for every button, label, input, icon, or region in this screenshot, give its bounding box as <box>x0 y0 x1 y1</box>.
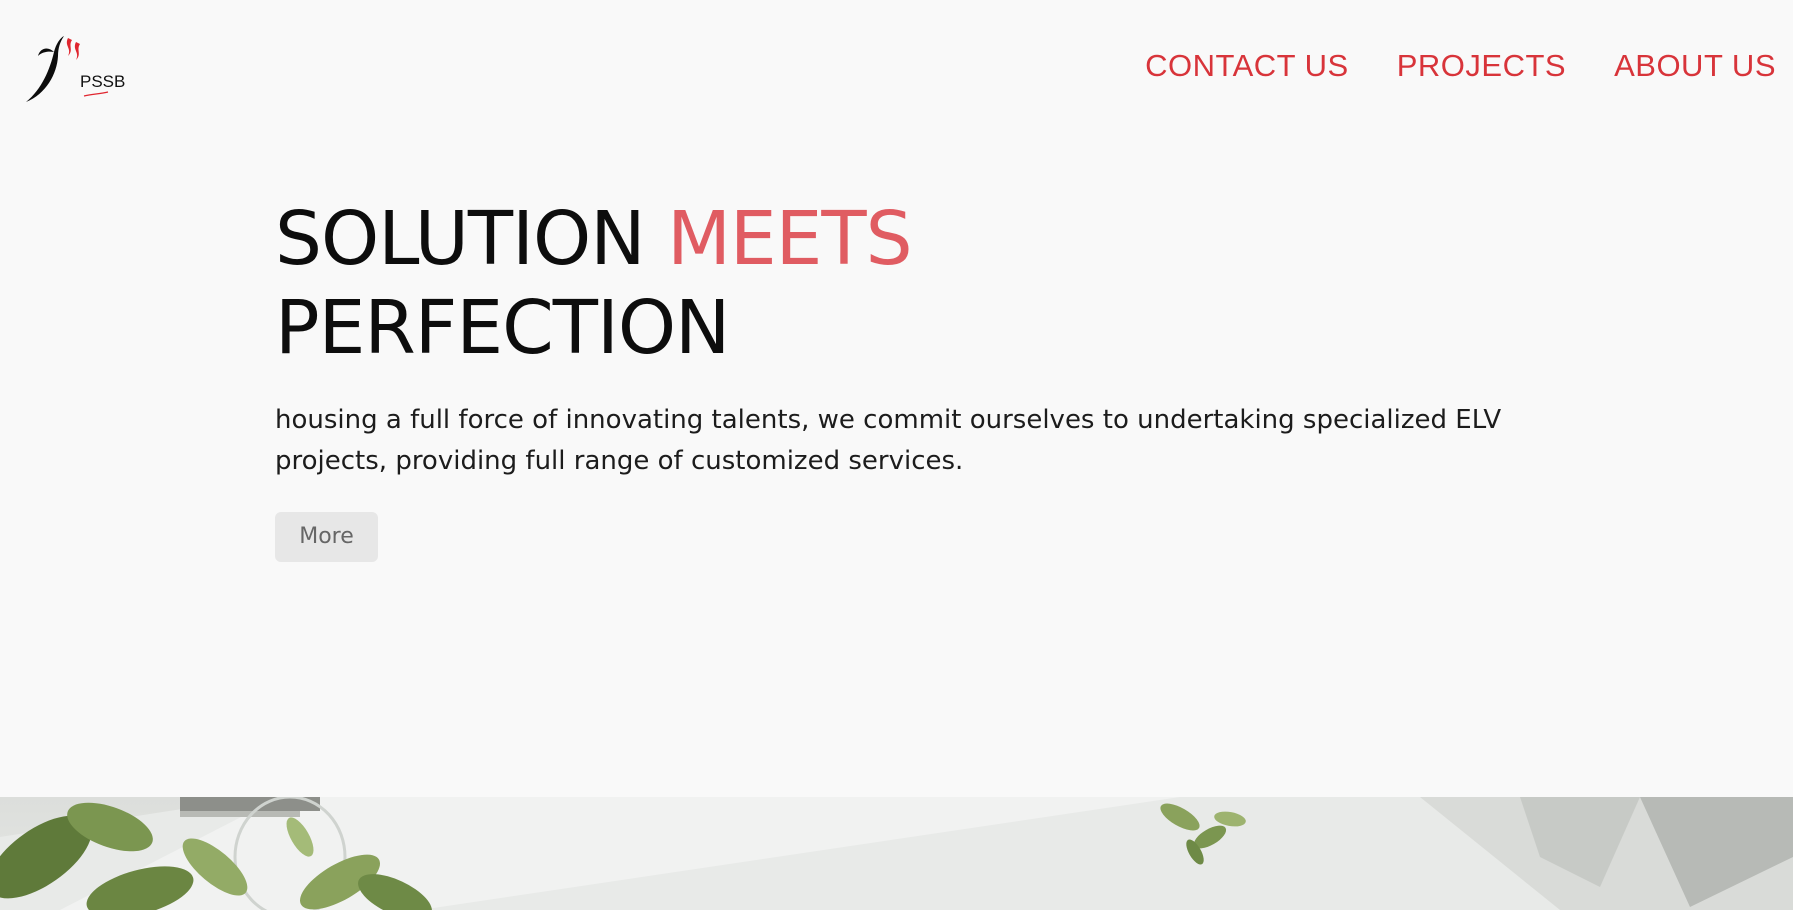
headline-part1: SOLUTION <box>275 196 668 282</box>
nav-contact-us[interactable]: CONTACT US <box>1145 48 1349 84</box>
logo-text: PSSB <box>80 72 126 91</box>
nav-about-us[interactable]: ABOUT US <box>1614 48 1776 84</box>
page: PSSB CONTACT US PROJECTS ABOUT US SOLUTI… <box>0 0 1793 910</box>
more-button[interactable]: More <box>275 512 378 562</box>
main-nav: CONTACT US PROJECTS ABOUT US <box>1145 48 1776 84</box>
plant-photo-image <box>0 797 1793 910</box>
headline-accent: MEETS <box>667 196 913 282</box>
logo-mark-icon <box>26 36 109 102</box>
nav-projects[interactable]: PROJECTS <box>1397 48 1566 84</box>
company-logo[interactable]: PSSB <box>24 34 126 106</box>
headline-part2: PERFECTION <box>275 285 730 371</box>
hero-headline: SOLUTION MEETS PERFECTION <box>275 195 1575 373</box>
hero-photo <box>0 797 1793 910</box>
hero-description: housing a full force of innovating talen… <box>275 405 1502 476</box>
hero-section: SOLUTION MEETS PERFECTION housing a full … <box>275 195 1575 562</box>
